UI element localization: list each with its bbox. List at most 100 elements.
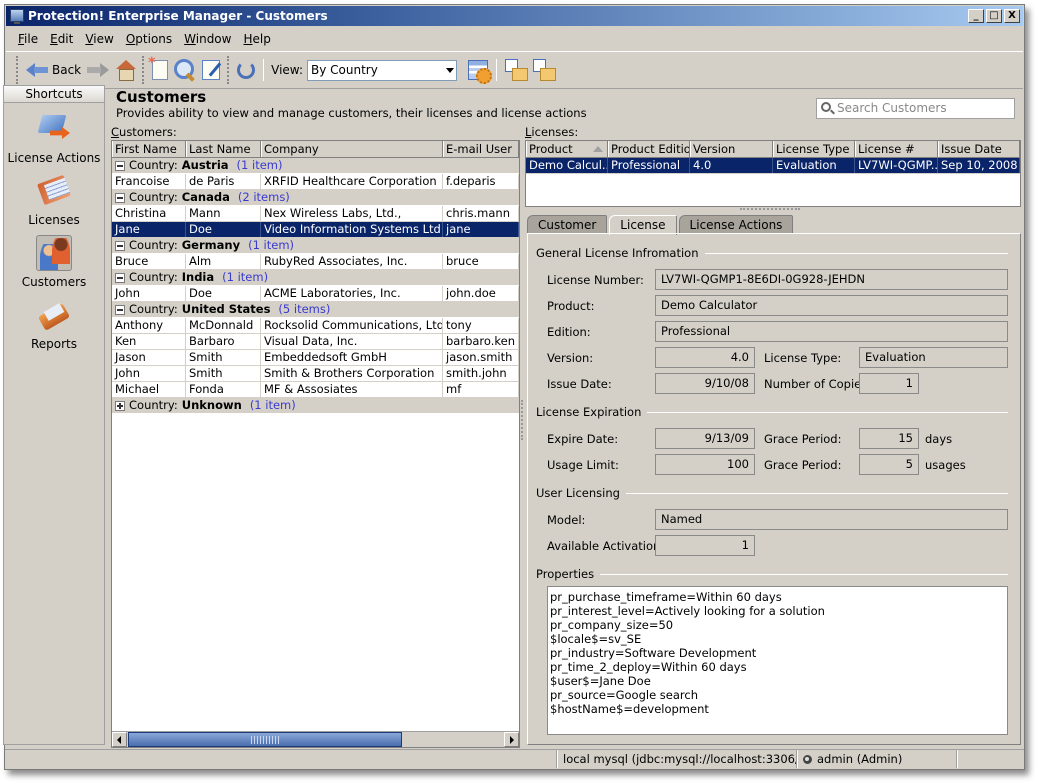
table-row[interactable]: Ken Barbaro Visual Data, Inc. barbaro.ken	[112, 334, 519, 350]
back-button[interactable]: Back	[23, 57, 84, 83]
product-field[interactable]: Demo Calculator	[655, 295, 1008, 316]
cell-email-user: barbaro.ken	[443, 334, 519, 349]
toolbar-grip[interactable]	[16, 56, 19, 84]
toolbar-grip[interactable]	[227, 56, 230, 84]
minimize-button[interactable]: _	[968, 9, 984, 23]
tab-license-actions[interactable]: License Actions	[678, 215, 794, 234]
table-row[interactable]: Christina Mann Nex Wireless Labs, Ltd., chr…	[112, 206, 519, 222]
view-select[interactable]: By Country	[307, 59, 458, 81]
tab-customer[interactable]: Customer	[527, 215, 608, 234]
menu-window[interactable]: Window	[180, 28, 239, 50]
menu-label: dit	[57, 32, 74, 46]
group-count: (1 item)	[248, 238, 295, 252]
collapse-all-button[interactable]	[530, 57, 558, 83]
new-button[interactable]	[148, 55, 171, 83]
table-settings-button[interactable]	[465, 57, 493, 84]
column-company[interactable]: Company	[261, 141, 443, 157]
cell-email-user: mf	[443, 382, 519, 397]
column-first-name[interactable]: First Name	[112, 141, 186, 157]
column-product-edition[interactable]: Product Edition	[608, 141, 690, 157]
table-row[interactable]: Francoise de Paris XRFID Healthcare Corpor…	[112, 174, 519, 190]
group-row[interactable]: Country: Unknown (1 item)	[112, 398, 519, 414]
column-last-name[interactable]: Last Name	[186, 141, 261, 157]
collapse-icon[interactable]	[115, 192, 125, 203]
shortcut-license-actions[interactable]: License Actions	[4, 111, 104, 165]
column-product[interactable]: Product	[526, 141, 608, 157]
group-prefix: Country:	[129, 238, 178, 252]
refresh-button[interactable]	[234, 57, 258, 83]
vertical-splitter[interactable]	[520, 140, 524, 748]
table-row[interactable]: Demo Calcul... Professional 4.0 Evaluati…	[526, 158, 1020, 174]
menu-label: ptions	[135, 32, 173, 46]
column-license-type[interactable]: License Type	[773, 141, 855, 157]
scroll-right-button[interactable]	[504, 732, 519, 747]
group-row[interactable]: Country: Germany (1 item)	[112, 238, 519, 254]
table-row[interactable]: Michael Fonda MF & Assosiates mf	[112, 382, 519, 398]
model-field[interactable]: Named	[655, 509, 1008, 530]
shortcut-customers[interactable]: Customers	[4, 235, 104, 289]
cell-edition: Professional	[608, 158, 690, 173]
menu-help[interactable]: Help	[239, 28, 278, 50]
shortcuts-header[interactable]: Shortcuts	[4, 86, 104, 103]
column-issue-date[interactable]: Issue Date	[938, 141, 1020, 157]
collapse-icon[interactable]	[115, 160, 125, 171]
collapse-icon[interactable]	[115, 272, 125, 283]
horizontal-splitter[interactable]	[740, 208, 800, 211]
tab-license[interactable]: License	[609, 215, 677, 235]
find-button[interactable]	[171, 57, 199, 83]
title-bar[interactable]: Protection! Enterprise Manager - Custome…	[6, 6, 1023, 26]
expand-icon[interactable]	[115, 400, 125, 411]
table-row[interactable]: Bruce Alm RubyRed Associates, Inc. bruce	[112, 254, 519, 270]
shortcut-licenses[interactable]: Licenses	[4, 173, 104, 227]
forward-button[interactable]	[84, 57, 112, 83]
grace-usages-field[interactable]: 5	[859, 454, 919, 475]
shortcut-reports[interactable]: Reports	[4, 297, 104, 351]
license-number-field[interactable]: LV7WI-QGMP1-8E6DI-0G928-JEHDN	[655, 269, 1008, 290]
table-row[interactable]: Anthony McDonnald Rocksolid Communications…	[112, 318, 519, 334]
menu-options[interactable]: Options	[122, 28, 180, 50]
table-row[interactable]: Jason Smith Embeddedsoft GmbH jason.smith	[112, 350, 519, 366]
cell-last-name: Smith	[186, 350, 261, 365]
menu-view[interactable]: View	[81, 28, 121, 50]
shortcut-label: Customers	[21, 275, 87, 289]
table-row[interactable]: John Doe ACME Laboratories, Inc. john.doe	[112, 286, 519, 302]
horizontal-scrollbar[interactable]	[112, 731, 519, 747]
grace-days-field[interactable]: 15	[859, 428, 919, 449]
table-row[interactable]: Jane Doe Video Information Systems Ltd., ja…	[112, 222, 519, 238]
scrollbar-thumb[interactable]	[128, 732, 402, 747]
group-row[interactable]: Country: India (1 item)	[112, 270, 519, 286]
scroll-left-button[interactable]	[112, 732, 127, 747]
edit-button[interactable]	[199, 57, 223, 83]
expire-date-field[interactable]: 9/13/09	[655, 428, 755, 449]
version-field[interactable]: 4.0	[655, 347, 755, 368]
divider	[647, 411, 1008, 413]
activations-field[interactable]: 1	[655, 535, 755, 556]
collapse-icon[interactable]	[115, 304, 125, 315]
search-input[interactable]: Search Customers	[816, 98, 1015, 119]
cell-license-number: LV7WI-QGMP...	[855, 158, 938, 173]
menu-file[interactable]: File	[14, 28, 46, 50]
home-button[interactable]	[112, 57, 138, 83]
column-email-user[interactable]: E-mail User	[443, 141, 519, 157]
expand-all-button[interactable]	[502, 57, 530, 83]
menu-edit[interactable]: Edit	[46, 28, 81, 50]
copies-field[interactable]: 1	[859, 373, 919, 394]
edition-field[interactable]: Professional	[655, 321, 1008, 342]
group-row[interactable]: Country: United States (5 items)	[112, 302, 519, 318]
group-row[interactable]: Country: Canada (2 items)	[112, 190, 519, 206]
table-row[interactable]: John Smith Smith & Brothers Corporation smi…	[112, 366, 519, 382]
column-version[interactable]: Version	[690, 141, 773, 157]
toolbar-grip[interactable]	[142, 56, 145, 84]
collapse-icon[interactable]	[115, 240, 125, 251]
expire-date-label: Expire Date:	[547, 432, 619, 446]
column-license-number[interactable]: License #	[855, 141, 938, 157]
maximize-button[interactable]: □	[986, 9, 1002, 23]
property-line: pr_purchase_timeframe=Within 60 days	[550, 590, 782, 604]
properties-textarea[interactable]: pr_purchase_timeframe=Within 60 days pr_i…	[547, 586, 1008, 735]
group-row[interactable]: Country: Austria (1 item)	[112, 158, 519, 174]
close-button[interactable]: X	[1004, 9, 1020, 23]
usage-limit-field[interactable]: 100	[655, 454, 755, 475]
license-type-field[interactable]: Evaluation	[859, 347, 1008, 368]
issue-date-field[interactable]: 9/10/08	[655, 373, 755, 394]
reports-icon	[36, 297, 72, 333]
